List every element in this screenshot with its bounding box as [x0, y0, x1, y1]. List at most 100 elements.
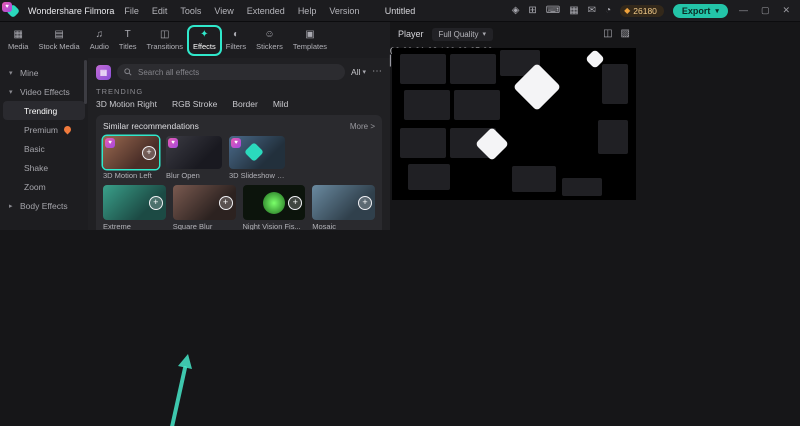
preview-diamond-shape: [244, 142, 264, 162]
titlebar: Wondershare Filmora File Edit Tools View…: [0, 0, 800, 22]
tab-label: Stickers: [256, 41, 283, 51]
tab-media[interactable]: ▦ Media: [4, 27, 32, 54]
export-caret-icon[interactable]: ▾: [715, 7, 719, 15]
more-link[interactable]: More >: [350, 122, 375, 131]
tab-stock-media[interactable]: ▤ Stock Media: [34, 27, 83, 54]
tab-audio[interactable]: ♫ Audio: [86, 27, 113, 54]
menu-bar: File Edit Tools View Extended Help Versi…: [124, 6, 359, 16]
heart-icon[interactable]: ♥: [105, 138, 115, 148]
app-name: Wondershare Filmora: [28, 5, 115, 16]
more-options-icon[interactable]: ⋯: [372, 67, 382, 77]
sidebar-item-premium[interactable]: Premium: [0, 120, 88, 139]
effect-label: 3D Slideshow St...: [229, 171, 285, 180]
sidebar-item-zoom[interactable]: Zoom: [0, 177, 88, 196]
tab-filters[interactable]: ◐ Filters: [222, 27, 250, 54]
media-view-icon[interactable]: ▨: [621, 29, 630, 39]
sidebar-item-basic[interactable]: Basic: [0, 139, 88, 158]
player-header: Player Full Quality ▾ ◫ ▨: [390, 22, 638, 46]
maximize-button[interactable]: ▢: [759, 6, 772, 15]
menu-file[interactable]: File: [124, 6, 139, 16]
layout-icon[interactable]: ⊞: [528, 5, 536, 16]
tab-templates[interactable]: ▣ Templates: [289, 27, 331, 54]
menu-extended[interactable]: Extended: [247, 6, 285, 16]
my-effects-icon[interactable]: ▦: [96, 64, 111, 80]
effect-label: Mosaic: [312, 222, 337, 230]
menu-view[interactable]: View: [214, 6, 233, 16]
tab-effects[interactable]: ✦ Effects: [186, 24, 222, 56]
record-icon[interactable]: ◔: [605, 5, 611, 16]
menu-tools[interactable]: Tools: [180, 6, 201, 16]
add-effect-button[interactable]: +: [148, 195, 163, 210]
search-icon: [124, 68, 132, 76]
tab-stickers[interactable]: ☺ Stickers: [252, 27, 287, 54]
search-row: ▦ All▾ ⋯: [96, 64, 382, 80]
gift-icon[interactable]: ◈: [512, 5, 520, 16]
sidebar-item-video-effects[interactable]: ▾ Video Effects: [0, 82, 88, 101]
effect-label: Extreme: [103, 222, 131, 230]
export-label: Export: [681, 5, 711, 16]
filter-all-label: All: [351, 67, 361, 77]
player-label: Player: [398, 29, 424, 39]
search-box[interactable]: [117, 64, 346, 80]
tab-transitions[interactable]: ◫ Transitions: [143, 27, 187, 54]
category-rgb-stroke[interactable]: RGB Stroke: [172, 99, 217, 109]
effect-mosaic[interactable]: + Mosaic: [312, 185, 375, 230]
effect-blur-open[interactable]: ♥ Blur Open: [166, 136, 222, 180]
add-effect-button[interactable]: +: [218, 195, 233, 210]
heart-icon[interactable]: ♥: [168, 138, 178, 148]
credits-badge[interactable]: ◆ 26180: [620, 4, 664, 17]
keyboard-icon[interactable]: ⌨: [546, 5, 560, 16]
quality-dropdown[interactable]: Full Quality ▾: [431, 27, 494, 41]
menu-version[interactable]: Version: [329, 6, 359, 16]
category-border[interactable]: Border: [232, 99, 258, 109]
effect-square-blur[interactable]: + Square Blur: [172, 185, 236, 230]
project-title: Untitled: [384, 5, 416, 16]
grid-icon[interactable]: ▦: [569, 5, 578, 16]
filter-all-button[interactable]: All ▾: [351, 67, 366, 77]
menu-edit[interactable]: Edit: [152, 6, 168, 16]
flame-icon: [62, 124, 73, 135]
night-vision-shape: [262, 191, 285, 214]
message-icon[interactable]: ✉: [588, 5, 596, 16]
sidebar-item-label: Premium: [24, 124, 59, 135]
add-effect-button[interactable]: +: [142, 145, 156, 160]
export-button[interactable]: Export ▾: [672, 3, 728, 18]
section-trending-label: TRENDING: [96, 87, 144, 96]
add-effect-button[interactable]: +: [288, 195, 303, 210]
category-mild[interactable]: Mild: [273, 99, 289, 109]
close-button[interactable]: ✕: [780, 6, 792, 15]
sidebar-item-mine[interactable]: ▾ Mine: [0, 63, 88, 82]
effect-3d-motion-left[interactable]: ♥ + 3D Motion Left: [103, 136, 159, 180]
effect-3d-slideshow[interactable]: ♥ 3D Slideshow St...: [229, 136, 285, 180]
sidebar-scrollbar[interactable]: [84, 60, 87, 104]
category-3d-motion-right[interactable]: 3D Motion Right: [96, 99, 157, 109]
stock-media-icon: ▤: [54, 28, 64, 40]
sidebar-item-body-effects[interactable]: ▸ Body Effects: [0, 196, 88, 215]
category-row: 3D Motion Right RGB Stroke Border Mild: [96, 99, 382, 109]
tab-label: Titles: [118, 41, 137, 51]
split-view-icon[interactable]: ◫: [603, 29, 612, 39]
effects-icon: ✦: [200, 28, 209, 40]
add-effect-button[interactable]: +: [358, 195, 372, 210]
minimize-button[interactable]: —: [737, 6, 750, 15]
titles-icon: T: [124, 28, 131, 40]
tab-titles[interactable]: T Titles: [115, 27, 141, 54]
menu-help[interactable]: Help: [298, 6, 317, 16]
heart-icon: ♥: [2, 2, 12, 12]
chevron-down-icon: ▾: [9, 69, 13, 77]
sidebar-item-label: Body Effects: [20, 200, 68, 211]
search-input[interactable]: [136, 66, 339, 78]
effect-extreme[interactable]: + Extreme: [103, 185, 166, 230]
video-preview[interactable]: [392, 48, 636, 200]
media-icon: ▦: [13, 28, 23, 40]
sidebar-item-trending[interactable]: Trending: [3, 101, 85, 120]
tab-label: Templates: [292, 41, 328, 51]
effect-night-vision[interactable]: + Night Vision Fis...: [242, 185, 306, 230]
player-panel: Player Full Quality ▾ ◫ ▨: [390, 22, 638, 252]
filter-icon: ▾: [362, 68, 366, 76]
preview-tile: [562, 178, 602, 196]
sidebar-item-shake[interactable]: Shake: [0, 158, 88, 177]
tab-label: Audio: [89, 41, 109, 51]
heart-icon[interactable]: ♥: [231, 138, 241, 148]
tab-label: Filters: [225, 41, 247, 51]
